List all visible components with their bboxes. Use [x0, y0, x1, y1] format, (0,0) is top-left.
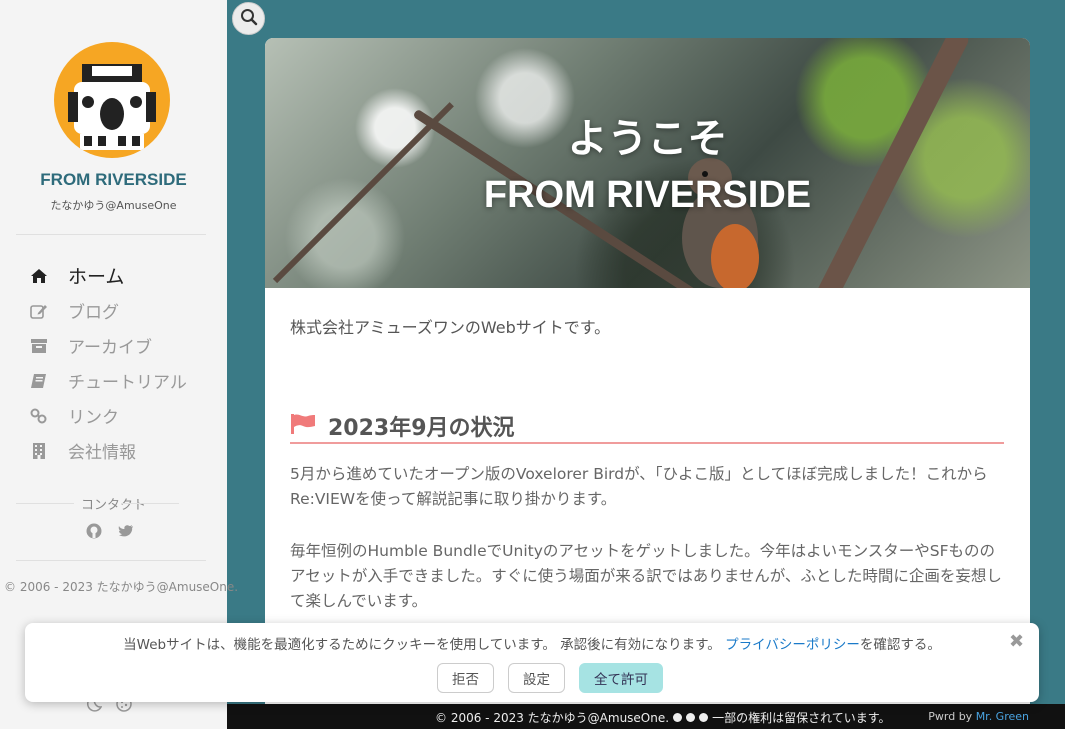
contact-links — [86, 523, 134, 543]
nav-label: アーカイブ — [68, 338, 152, 358]
nav-label: ホーム — [68, 266, 125, 288]
nav-item-blog[interactable]: ブログ — [30, 293, 187, 328]
divider — [16, 234, 206, 235]
privacy-policy-link[interactable]: プライバシーポリシー — [725, 637, 860, 653]
hero-title: ようこそ — [567, 116, 728, 162]
contact-label: コンタクト — [0, 494, 227, 513]
twitter-icon[interactable] — [118, 523, 134, 543]
author-name: たなかゆう@AmuseOne — [50, 199, 177, 212]
link-icon — [30, 406, 52, 426]
footer-copyright-text: © 2006 - 2023 たなかゆう@AmuseOne. — [435, 711, 670, 725]
archive-icon — [30, 336, 52, 356]
github-icon[interactable] — [86, 523, 102, 543]
theme-link[interactable]: Mr. Green — [976, 710, 1029, 723]
cookie-text: 当Webサイトは、機能を最適化するためにクッキーを使用しています。 承認後に有効… — [123, 637, 721, 653]
hero-subtitle: FROM RIVERSIDE — [483, 174, 812, 216]
home-icon — [30, 266, 52, 286]
settings-button[interactable]: 設定 — [508, 663, 565, 693]
cookie-message: 当Webサイトは、機能を最適化するためにクッキーを使用しています。 承認後に有効… — [25, 633, 1039, 653]
nav-label: ブログ — [68, 303, 119, 323]
paragraph: 5月から進めていたオープン版のVoxelorer Birdが、「ひよこ版」として… — [290, 465, 988, 508]
flag-icon — [290, 414, 318, 438]
site-name[interactable]: FROM RIVERSIDE — [0, 170, 227, 190]
by-icon[interactable] — [686, 713, 696, 722]
reject-button[interactable]: 拒否 — [437, 663, 494, 693]
paragraph: 毎年恒例のHumble BundleでUnityのアセットをゲットしました。今年… — [290, 542, 1002, 610]
bird-image — [682, 158, 759, 288]
nav-item-tutorial[interactable]: チュートリアル — [30, 363, 187, 398]
footer: © 2006 - 2023 たなかゆう@AmuseOne. 一部の権利は留保され… — [227, 704, 1065, 729]
nav-item-archive[interactable]: アーカイブ — [30, 328, 187, 363]
cookie-suffix: を確認する。 — [859, 637, 941, 653]
section-heading: 2023年9月の状況 — [290, 410, 1004, 444]
avatar[interactable] — [54, 42, 170, 158]
cookie-banner: 当Webサイトは、機能を最適化するためにクッキーを使用しています。 承認後に有効… — [25, 623, 1039, 702]
nav-item-links[interactable]: リンク — [30, 398, 187, 433]
sidebar: FROM RIVERSIDE たなかゆう@AmuseOne ホーム ブログ アー… — [0, 0, 238, 729]
nav-label: 会社情報 — [68, 443, 136, 463]
close-icon[interactable]: ✖ — [1009, 631, 1025, 652]
footer-rights: 一部の権利は留保されています。 — [712, 711, 891, 725]
book-icon — [30, 371, 52, 391]
cookie-actions: 拒否 設定 全て許可 — [25, 663, 1039, 693]
section-title: 2023年9月の状況 — [328, 416, 515, 441]
nc-icon[interactable] — [699, 713, 709, 722]
search-button[interactable] — [232, 2, 265, 35]
cc-icon[interactable] — [673, 713, 683, 722]
accept-all-button[interactable]: 全て許可 — [579, 663, 663, 693]
main-card: ようこそ FROM RIVERSIDE 株式会社アミューズワンのWebサイトです… — [265, 38, 1030, 718]
pwrd-prefix: Pwrd by — [928, 710, 973, 723]
main-nav: ホーム ブログ アーカイブ チュートリアル リンク 会社情報 — [30, 258, 187, 468]
sidebar-copyright: © 2006 - 2023 たなかゆう@AmuseOne. — [4, 580, 239, 594]
edit-icon — [30, 301, 52, 321]
nav-item-company[interactable]: 会社情報 — [30, 433, 187, 468]
intro-text: 株式会社アミューズワンのWebサイトです。 — [290, 318, 611, 337]
divider — [16, 560, 206, 561]
nav-label: リンク — [68, 408, 119, 428]
nav-item-home[interactable]: ホーム — [30, 258, 187, 293]
search-icon — [240, 8, 258, 30]
footer-copyright: © 2006 - 2023 たなかゆう@AmuseOne. 一部の権利は留保され… — [435, 709, 891, 726]
building-icon — [30, 441, 52, 461]
hero-banner: ようこそ FROM RIVERSIDE — [265, 38, 1030, 288]
nav-label: チュートリアル — [68, 373, 187, 393]
footer-powered: Pwrd by Mr. Green — [928, 710, 1029, 723]
